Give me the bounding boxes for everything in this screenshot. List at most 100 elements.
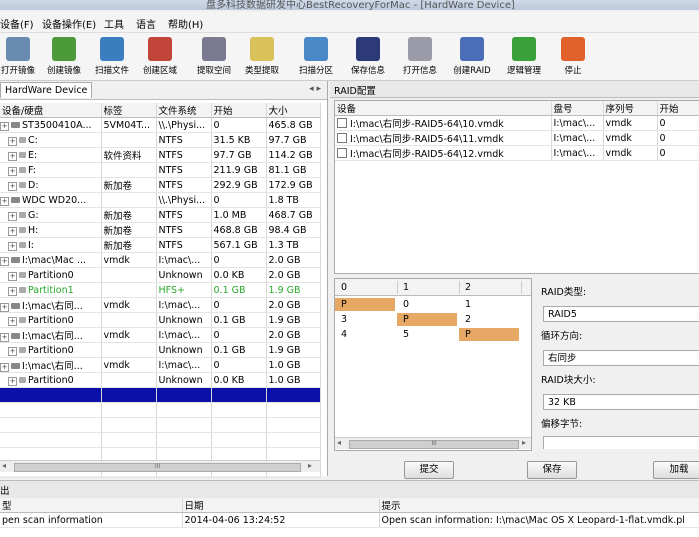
expand-icon[interactable]: + [0,121,9,131]
device-row[interactable]: + I: 新加卷 NTFS 567.1 GB 1.3 TB [0,237,321,253]
block-size-select[interactable]: 32 KB [543,394,699,410]
raid-device-row[interactable]: I:\mac\右同步-RAID5-64\12.vmdk I:\mac\... vmd… [335,145,699,161]
raid-type-select[interactable]: RAID5 [543,306,699,322]
raid-column-header[interactable]: 盘号 [551,101,604,116]
device-row[interactable]: + I:\mac\右同... vmdk I:\mac\... 0 2.0 GB [0,327,321,343]
toolbar-button-9[interactable]: 创建RAID [450,35,494,79]
device-row[interactable]: + Partition1 HFS+ 0.1 GB 1.9 GB [0,282,321,298]
device-row[interactable]: + I:\mac\右同... vmdk I:\mac\... 0 2.0 GB [0,297,321,313]
device-row[interactable]: + D: 新加卷 NTFS 292.9 GB 172.9 GB [0,177,321,193]
device-row[interactable]: + Partition0 Unknown 0.1 GB 1.9 GB [0,312,321,328]
raid-column-header[interactable]: 设备 [335,101,552,116]
expand-icon[interactable]: + [0,196,9,206]
matrix-scroll-left-icon[interactable]: ◂ [337,438,341,447]
save-button[interactable]: 保存 [527,461,577,479]
toolbar-button-10[interactable]: 逻辑管理 [502,35,546,79]
device-row[interactable]: + E: 软件资料 NTFS 97.7 GB 114.2 GB [0,147,321,163]
device-column-header[interactable]: 设备/硬盘 [0,103,102,118]
toolbar-button-11[interactable]: 停止 [551,35,595,79]
device-cell-text: I: [28,239,35,251]
menu-language[interactable]: 语言 [136,16,156,31]
raid-device-row[interactable]: I:\mac\右同步-RAID5-64\10.vmdk I:\mac\... vmd… [335,115,699,131]
direction-select[interactable]: 右同步 [543,350,699,366]
raid-column-header[interactable]: 开始 [657,101,699,116]
tab-nav-arrows-icon[interactable]: ◂ ▸ [309,84,321,94]
matrix-data-cell[interactable]: 5 [397,328,457,341]
expand-icon[interactable]: + [0,303,9,312]
device-column-header[interactable]: 开始 [211,103,267,118]
scroll-thumb[interactable]: III [14,463,301,472]
expand-icon[interactable]: + [8,346,17,356]
matrix-data-cell[interactable]: 3 [335,313,395,326]
device-row[interactable]: + Partition0 Unknown 0.0 KB 1.0 GB [0,372,321,388]
menu-device-ops[interactable]: 设备操作(E) [42,16,96,31]
toolbar-button-6[interactable]: 扫描分区 [294,35,338,79]
selected-empty-row[interactable] [0,387,321,403]
left-horizontal-scrollbar[interactable]: ◂ III ▸ [0,460,320,472]
raid-device-checkbox[interactable] [337,133,347,143]
expand-icon[interactable]: + [8,181,17,191]
expand-icon[interactable]: + [0,256,9,266]
menu-help[interactable]: 帮助(H) [168,16,203,31]
matrix-scroll-right-icon[interactable]: ▸ [522,438,526,447]
device-row[interactable]: + C: NTFS 31.5 KB 97.7 GB [0,132,321,148]
device-row[interactable]: + H: 新加卷 NTFS 468.8 GB 98.4 GB [0,222,321,238]
matrix-data-cell[interactable]: 1 [459,298,519,311]
toolbar-button-7[interactable]: 保存信息 [346,35,390,79]
expand-icon[interactable]: + [0,363,9,372]
expand-icon[interactable]: + [8,226,17,236]
raid-column-header[interactable]: 序列号 [603,101,658,116]
expand-icon[interactable]: + [8,211,17,221]
log-column-header[interactable]: 型 [0,498,183,513]
scroll-right-arrow-icon[interactable]: ▸ [308,461,312,470]
region-icon [148,37,172,61]
menu-device[interactable]: 设备(F) [0,16,34,31]
expand-icon[interactable]: + [8,241,17,251]
load-button[interactable]: 加载 [653,461,699,479]
submit-button[interactable]: 提交 [404,461,454,479]
matrix-parity-cell[interactable]: P [459,328,519,341]
device-row[interactable]: + Partition0 Unknown 0.0 KB 2.0 GB [0,267,321,283]
expand-icon[interactable]: + [8,271,17,281]
device-row[interactable]: + F: NTFS 211.9 GB 81.1 GB [0,162,321,178]
toolbar-button-8[interactable]: 打开信息 [398,35,442,79]
raid-device-checkbox[interactable] [337,148,347,158]
expand-icon[interactable]: + [0,333,9,342]
log-row[interactable]: pen scan information 2014-04-06 13:24:52 O… [0,512,699,528]
matrix-data-cell[interactable]: 4 [335,328,395,341]
expand-icon[interactable]: + [8,166,17,176]
expand-icon[interactable]: + [8,151,17,161]
expand-icon[interactable]: + [8,286,17,296]
device-row[interactable]: + I:\mac\右同... vmdk I:\mac\... 0 1.0 GB [0,357,321,373]
matrix-data-cell[interactable]: 0 [397,298,457,311]
device-row[interactable]: + ST3500410A... 5VM04T... \\.\Physi... 0 465.… [0,117,321,133]
toolbar-button-5[interactable]: 类型提取 [240,35,284,79]
device-row[interactable]: + I:\mac\Mac ... vmdk I:\mac\... 0 2.0 GB [0,252,321,268]
matrix-parity-cell[interactable]: P [397,313,457,326]
raid-device-row[interactable]: I:\mac\右同步-RAID5-64\11.vmdk I:\mac\... vmd… [335,130,699,146]
scroll-left-arrow-icon[interactable]: ◂ [2,461,6,470]
raid-device-checkbox[interactable] [337,118,347,128]
log-column-header[interactable]: 日期 [182,498,380,513]
tab-hardware-device[interactable]: HardWare Device [0,82,93,98]
matrix-parity-cell[interactable]: P [335,298,395,311]
device-row[interactable]: + WDC WD20... \\.\Physi... 0 1.8 TB [0,192,321,208]
expand-icon[interactable]: + [8,136,17,146]
device-cell-label [101,312,157,328]
device-row[interactable]: + Partition0 Unknown 0.1 GB 1.9 GB [0,342,321,358]
device-row[interactable]: + G: 新加卷 NTFS 1.0 MB 468.7 GB [0,207,321,223]
log-column-header[interactable]: 提示 [379,498,699,513]
matrix-scroll-thumb[interactable]: III [349,440,519,449]
device-cell-text: 0 [213,299,220,311]
expand-icon[interactable]: + [8,376,17,386]
device-column-header[interactable]: 大小 [266,103,321,118]
matrix-data-cell[interactable]: 2 [459,313,519,326]
toolbar-button-3[interactable]: 创建区域 [138,35,182,79]
menu-tools[interactable]: 工具 [104,16,124,31]
expand-icon[interactable]: + [8,316,17,326]
device-column-header[interactable]: 文件系统 [156,103,212,118]
matrix-horizontal-scrollbar[interactable]: ◂ III ▸ [335,437,531,449]
offset-input[interactable] [543,436,699,449]
partition-icon [19,376,26,383]
device-column-header[interactable]: 标签 [101,103,157,118]
